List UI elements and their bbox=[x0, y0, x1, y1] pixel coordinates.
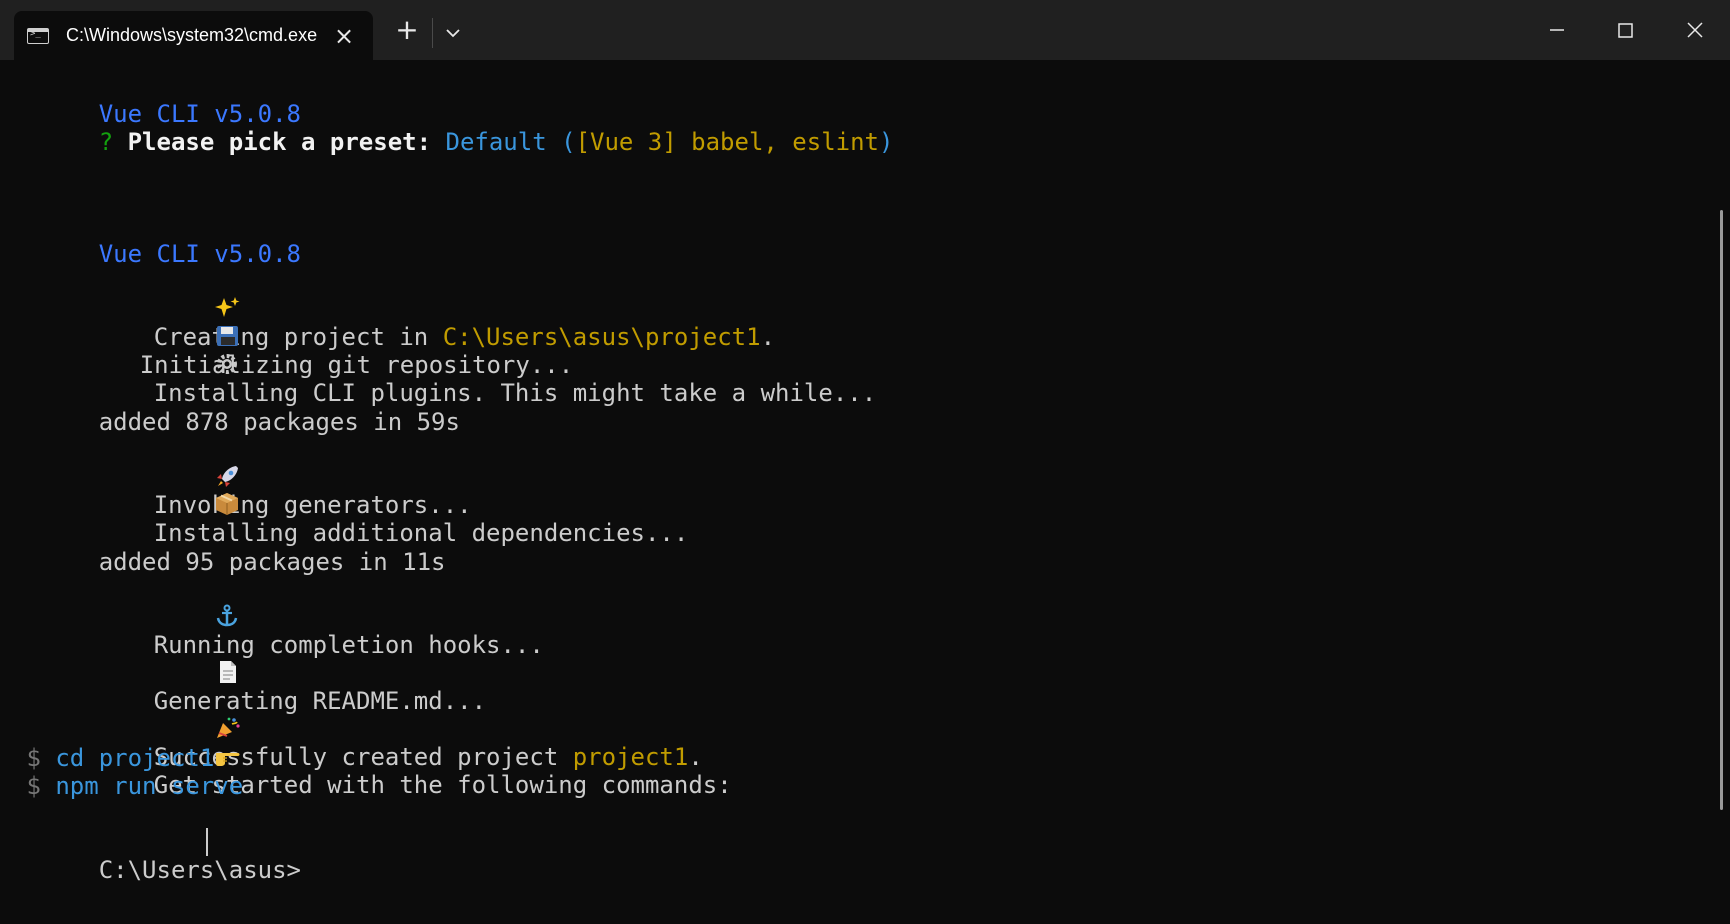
maximize-button[interactable] bbox=[1602, 10, 1648, 50]
dollar-sign: $ bbox=[26, 772, 41, 800]
preset-name: Default bbox=[445, 128, 547, 156]
tab-title: C:\Windows\system32\cmd.exe bbox=[66, 25, 318, 45]
text-cursor bbox=[206, 828, 208, 856]
paren-open: ( bbox=[546, 128, 576, 156]
tab-divider bbox=[432, 18, 433, 48]
terminal-line: Generating README.md... bbox=[12, 604, 486, 715]
command-cd: cd project1 bbox=[55, 744, 215, 772]
title-bar: C:\Windows\system32\cmd.exe × + bbox=[0, 0, 1730, 60]
document-icon bbox=[99, 632, 237, 683]
command-prompt[interactable]: C:\Users\asus> bbox=[12, 828, 301, 884]
paren-close: ) bbox=[879, 128, 894, 156]
terminal-line: ? Please pick a preset: Default ([Vue 3]… bbox=[12, 100, 894, 156]
minimize-icon bbox=[1550, 29, 1564, 31]
terminal-line: $ npm run serve bbox=[12, 772, 243, 800]
terminal-line: Creating project in C:\Users\asus\projec… bbox=[12, 240, 775, 351]
close-window-button[interactable] bbox=[1672, 10, 1718, 50]
terminal-line: Vue CLI v5.0.8 bbox=[12, 212, 301, 268]
terminal-line: Installing additional dependencies... bbox=[12, 436, 688, 547]
terminal-line: Running completion hooks... bbox=[12, 548, 544, 659]
minimize-button[interactable] bbox=[1534, 10, 1580, 50]
terminal-line: added 878 packages in 59s bbox=[12, 380, 460, 436]
prompt-text: Please pick a preset: bbox=[113, 128, 446, 156]
prompt-question-mark: ? bbox=[98, 128, 114, 156]
terminal-line: $ cd project1 bbox=[12, 744, 214, 772]
close-icon bbox=[1687, 22, 1703, 38]
terminal-icon bbox=[27, 28, 49, 44]
terminal-window: C:\Windows\system32\cmd.exe × + Vue CLI … bbox=[0, 0, 1730, 924]
chevron-down-icon[interactable] bbox=[440, 20, 466, 46]
terminal-line: added 95 packages in 11s bbox=[12, 520, 446, 576]
pointing-hand-icon bbox=[99, 716, 240, 766]
scrollbar[interactable] bbox=[1720, 210, 1723, 810]
maximize-icon bbox=[1618, 23, 1633, 38]
close-tab-icon[interactable]: × bbox=[330, 23, 358, 51]
terminal-line: Vue CLI v5.0.8 bbox=[12, 72, 301, 128]
line-text: . bbox=[688, 743, 703, 771]
new-tab-plus-icon[interactable]: + bbox=[392, 16, 422, 46]
project-name: project1 bbox=[572, 743, 689, 771]
package-icon bbox=[99, 464, 239, 515]
terminal-line: Initializing git repository... bbox=[12, 268, 573, 379]
terminal-line: Installing CLI plugins. This might take … bbox=[12, 296, 876, 407]
gear-icon bbox=[99, 324, 238, 374]
tab-cmd[interactable]: C:\Windows\system32\cmd.exe × bbox=[14, 11, 373, 60]
dollar-sign: $ bbox=[26, 744, 41, 772]
prompt-path: C:\Users\asus> bbox=[98, 856, 301, 884]
preset-features: [Vue 3] babel, eslint bbox=[575, 128, 879, 156]
terminal-line: Successfully created project project1. bbox=[12, 660, 703, 771]
terminal-line: Get started with the following commands: bbox=[12, 688, 732, 799]
anchor-icon bbox=[99, 576, 238, 627]
command-serve: npm run serve bbox=[55, 772, 244, 800]
terminal-output[interactable]: Vue CLI v5.0.8 ? Please pick a preset: D… bbox=[0, 60, 1700, 924]
terminal-line: Invoking generators... bbox=[12, 408, 472, 519]
